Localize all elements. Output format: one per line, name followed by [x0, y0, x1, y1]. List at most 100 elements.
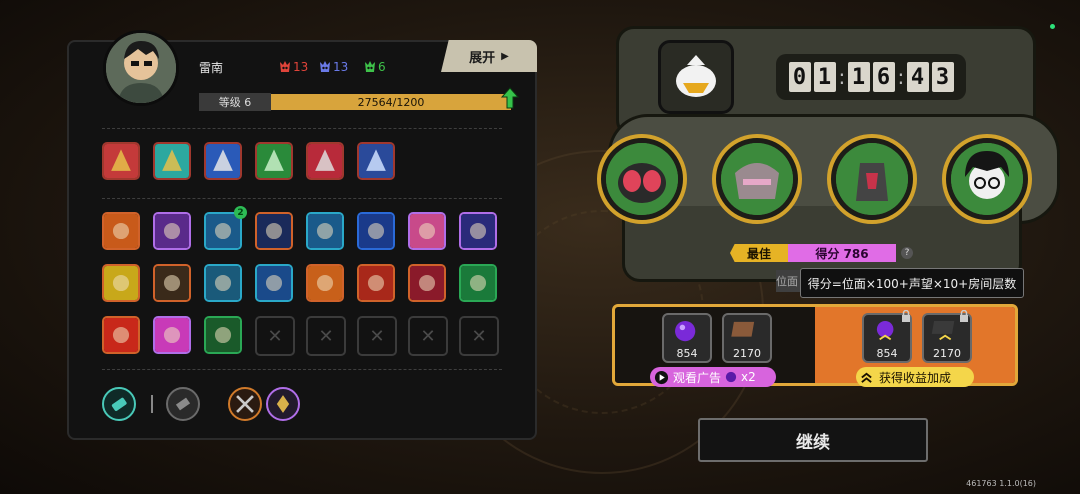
run-timer: 0 1 : 1 6 : 4 3 [776, 54, 966, 100]
relic-icon [104, 214, 138, 248]
relic-slot[interactable] [408, 264, 446, 302]
relic-icon [359, 266, 393, 300]
relic-icon [206, 214, 240, 248]
timer-digit: 1 [813, 62, 836, 92]
relic-slot[interactable] [204, 316, 242, 354]
boss-portrait-2[interactable] [712, 134, 802, 224]
score-tooltip: 得分=位面×100+声望×10+房间层数 [800, 268, 1024, 298]
relic-icon [257, 214, 291, 248]
relic-slot[interactable] [153, 264, 191, 302]
boss-portrait-1[interactable] [597, 134, 687, 224]
timer-digit: 6 [872, 62, 895, 92]
skill-slot[interactable] [102, 142, 140, 180]
timer-digit: 1 [847, 62, 870, 92]
skill-slot[interactable] [306, 142, 344, 180]
skill-slot[interactable] [153, 142, 191, 180]
help-icon[interactable]: ? [901, 247, 913, 259]
red-crest-skill-icon [308, 144, 342, 178]
relic-icon [206, 318, 240, 352]
relic-slot[interactable] [153, 316, 191, 354]
timer-colon: : [897, 65, 905, 89]
relic-slot[interactable] [357, 212, 395, 250]
gain-bonus-button[interactable]: 获得收益加成 [856, 367, 974, 387]
timer-digit: 3 [931, 62, 954, 92]
relic-slot[interactable] [357, 264, 395, 302]
skill-slot[interactable] [204, 142, 242, 180]
bandage-icon [175, 397, 191, 411]
red-mask-icon [280, 61, 290, 72]
teal-slash-skill-icon [155, 144, 189, 178]
blue-figure-skill-icon [359, 144, 393, 178]
boss-portrait-3[interactable] [827, 134, 917, 224]
relic-icon [104, 318, 138, 352]
version-text: 461763 1.1.0(16) [966, 479, 1036, 488]
relic-count-badge: 2 [234, 206, 247, 219]
skill-slot[interactable] [357, 142, 395, 180]
level-label: 等级 6 [199, 93, 271, 111]
ad-multiplier: x2 [741, 370, 756, 384]
relic-icon [308, 214, 342, 248]
xp-bar: 27564/1200 [271, 94, 511, 110]
best-label: 最佳 [730, 244, 788, 262]
resource-red-value: 13 [293, 60, 309, 74]
relic-slot[interactable] [255, 212, 293, 250]
xp-text: 27564/1200 [357, 95, 425, 109]
timer-digit: 4 [906, 62, 929, 92]
green-blade-skill-icon [257, 144, 291, 178]
relic-slot[interactable] [102, 212, 140, 250]
divider [102, 198, 502, 199]
ability-slot-2[interactable] [266, 387, 300, 421]
red-claw-skill-icon [104, 144, 138, 178]
reward-item: 854 [662, 313, 712, 363]
continue-button[interactable]: 继续 [698, 418, 928, 462]
lock-icon [902, 310, 910, 322]
relic-slot[interactable] [255, 264, 293, 302]
reward-value: 854 [876, 347, 898, 360]
skill-slot[interactable] [255, 142, 293, 180]
reward-value: 2170 [933, 347, 961, 360]
play-icon [654, 370, 669, 384]
potion-slot[interactable] [102, 387, 136, 421]
avatar[interactable] [103, 30, 179, 106]
relic-slot[interactable] [459, 212, 497, 250]
relic-icon [155, 214, 189, 248]
relic-slot[interactable] [408, 212, 446, 250]
relic-slot[interactable] [153, 212, 191, 250]
blue-orb-skill-icon [206, 144, 240, 178]
relic-icon [461, 266, 495, 300]
knight-boss-icon [836, 143, 908, 215]
empty-relic-slot: ✕ [408, 316, 448, 356]
watch-ad-button[interactable]: 观看广告 x2 [650, 367, 776, 387]
duck-icon [676, 55, 716, 97]
relic-icon [257, 266, 291, 300]
resource-green: 6 [364, 60, 386, 74]
tooltip-lead-text: 位面 [776, 275, 798, 288]
brown-card-icon [731, 321, 755, 337]
relic-slot[interactable] [306, 264, 344, 302]
relic-slot[interactable] [306, 212, 344, 250]
reward-item: 2170 [722, 313, 772, 363]
empty-relic-slot: ✕ [306, 316, 346, 356]
expand-button[interactable]: 展开 ▶ [441, 40, 537, 72]
resource-red: 13 [279, 60, 308, 74]
gain-bonus-label: 获得收益加成 [879, 370, 952, 385]
score-value: 得分 786 [788, 244, 896, 262]
relic-slot[interactable] [459, 264, 497, 302]
relic-slot[interactable] [102, 264, 140, 302]
bug-boss-icon [606, 143, 678, 215]
item-slot[interactable] [166, 387, 200, 421]
resource-blue-value: 13 [333, 60, 349, 74]
relic-icon [155, 266, 189, 300]
level-up-arrow-icon[interactable] [501, 87, 519, 109]
glasses-hero-icon [951, 143, 1023, 215]
relic-icon [359, 214, 393, 248]
hero-portrait[interactable] [942, 134, 1032, 224]
relic-icon [410, 266, 444, 300]
relic-slot[interactable] [102, 316, 140, 354]
ability-slot-1[interactable] [228, 387, 262, 421]
play-arrow-icon: ▶ [501, 50, 509, 62]
empty-relic-slot: ✕ [357, 316, 397, 356]
empty-relic-slot: ✕ [255, 316, 295, 356]
relic-icon [461, 214, 495, 248]
relic-slot[interactable] [204, 264, 242, 302]
